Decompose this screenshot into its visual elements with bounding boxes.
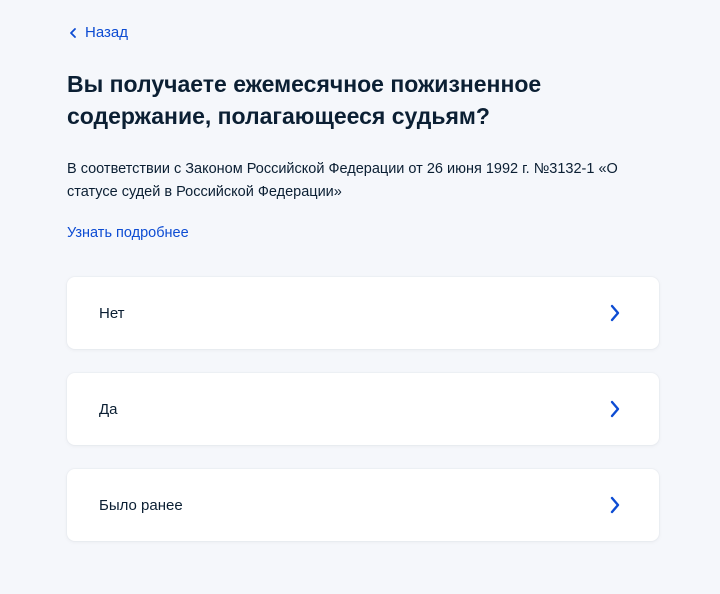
chevron-right-icon — [610, 496, 620, 514]
chevron-left-icon — [70, 28, 76, 38]
chevron-right-icon — [610, 304, 620, 322]
option-previously[interactable]: Было ранее — [67, 469, 659, 541]
question-description: В соответствии с Законом Российской Феде… — [67, 161, 618, 200]
chevron-right-icon — [610, 400, 620, 418]
option-label: Нет — [99, 304, 125, 322]
back-link[interactable]: Назад — [67, 24, 128, 42]
learn-more-link[interactable]: Узнать подробнее — [67, 224, 189, 242]
back-link-label: Назад — [85, 24, 128, 41]
option-yes[interactable]: Да — [67, 373, 659, 445]
option-label: Было ранее — [99, 496, 183, 514]
option-label: Да — [99, 400, 118, 418]
page-title: Вы получаете ежемесячное пожизненное сод… — [67, 71, 542, 129]
option-no[interactable]: Нет — [67, 277, 659, 349]
